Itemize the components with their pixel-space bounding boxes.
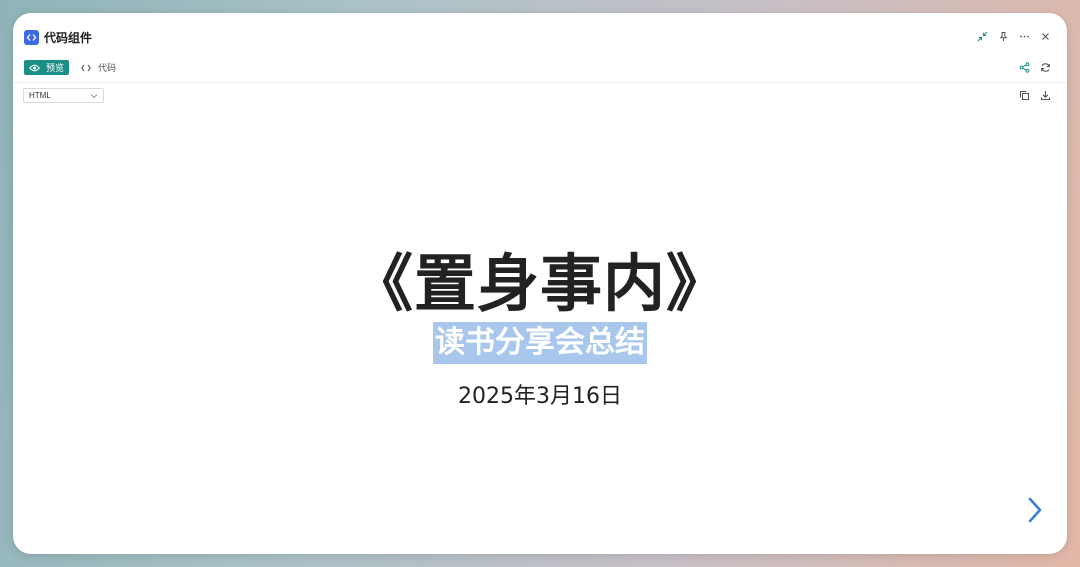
slide-title: 《置身事内》: [350, 247, 729, 320]
more-icon[interactable]: [1017, 29, 1032, 44]
close-icon[interactable]: [1038, 29, 1053, 44]
language-select[interactable]: HTML: [23, 88, 104, 103]
toolbar-actions: [1017, 60, 1053, 75]
slide-subtitle-wrap: 读书分享会总结: [13, 322, 1067, 364]
code-component-window: 代码组件 预览 代码 HTML 《置身事内》 读书分享会总结 2025年3月16…: [13, 13, 1067, 554]
chevron-right-icon: [1028, 497, 1042, 523]
view-toolbar: 预览 代码: [13, 59, 1067, 83]
code-icon: [81, 64, 91, 71]
slide-subtitle[interactable]: 读书分享会总结: [433, 322, 647, 364]
tab-code[interactable]: 代码: [81, 60, 116, 75]
html-preview-area: 《置身事内》 读书分享会总结 2025年3月16日: [13, 105, 1067, 554]
refresh-icon[interactable]: [1038, 60, 1053, 75]
collapse-icon[interactable]: [975, 29, 990, 44]
window-controls: [975, 29, 1053, 44]
code-icon: [24, 29, 39, 45]
eye-icon: [29, 64, 40, 71]
download-icon[interactable]: [1038, 88, 1053, 103]
slide-date: 2025年3月16日: [458, 384, 622, 409]
copy-icon[interactable]: [1017, 88, 1032, 103]
title-bar: 代码组件: [13, 13, 1067, 61]
editor-actions: [1017, 88, 1053, 103]
chevron-down-icon: [90, 93, 98, 98]
tab-preview[interactable]: 预览: [24, 60, 70, 75]
pin-icon[interactable]: [996, 29, 1011, 44]
share-icon[interactable]: [1017, 60, 1032, 75]
tab-code-label: 代码: [98, 64, 117, 74]
tab-preview-label: 预览: [46, 64, 65, 74]
next-slide-button[interactable]: [1023, 496, 1047, 524]
language-select-value: HTML: [29, 91, 51, 100]
window-title: 代码组件: [44, 30, 93, 45]
